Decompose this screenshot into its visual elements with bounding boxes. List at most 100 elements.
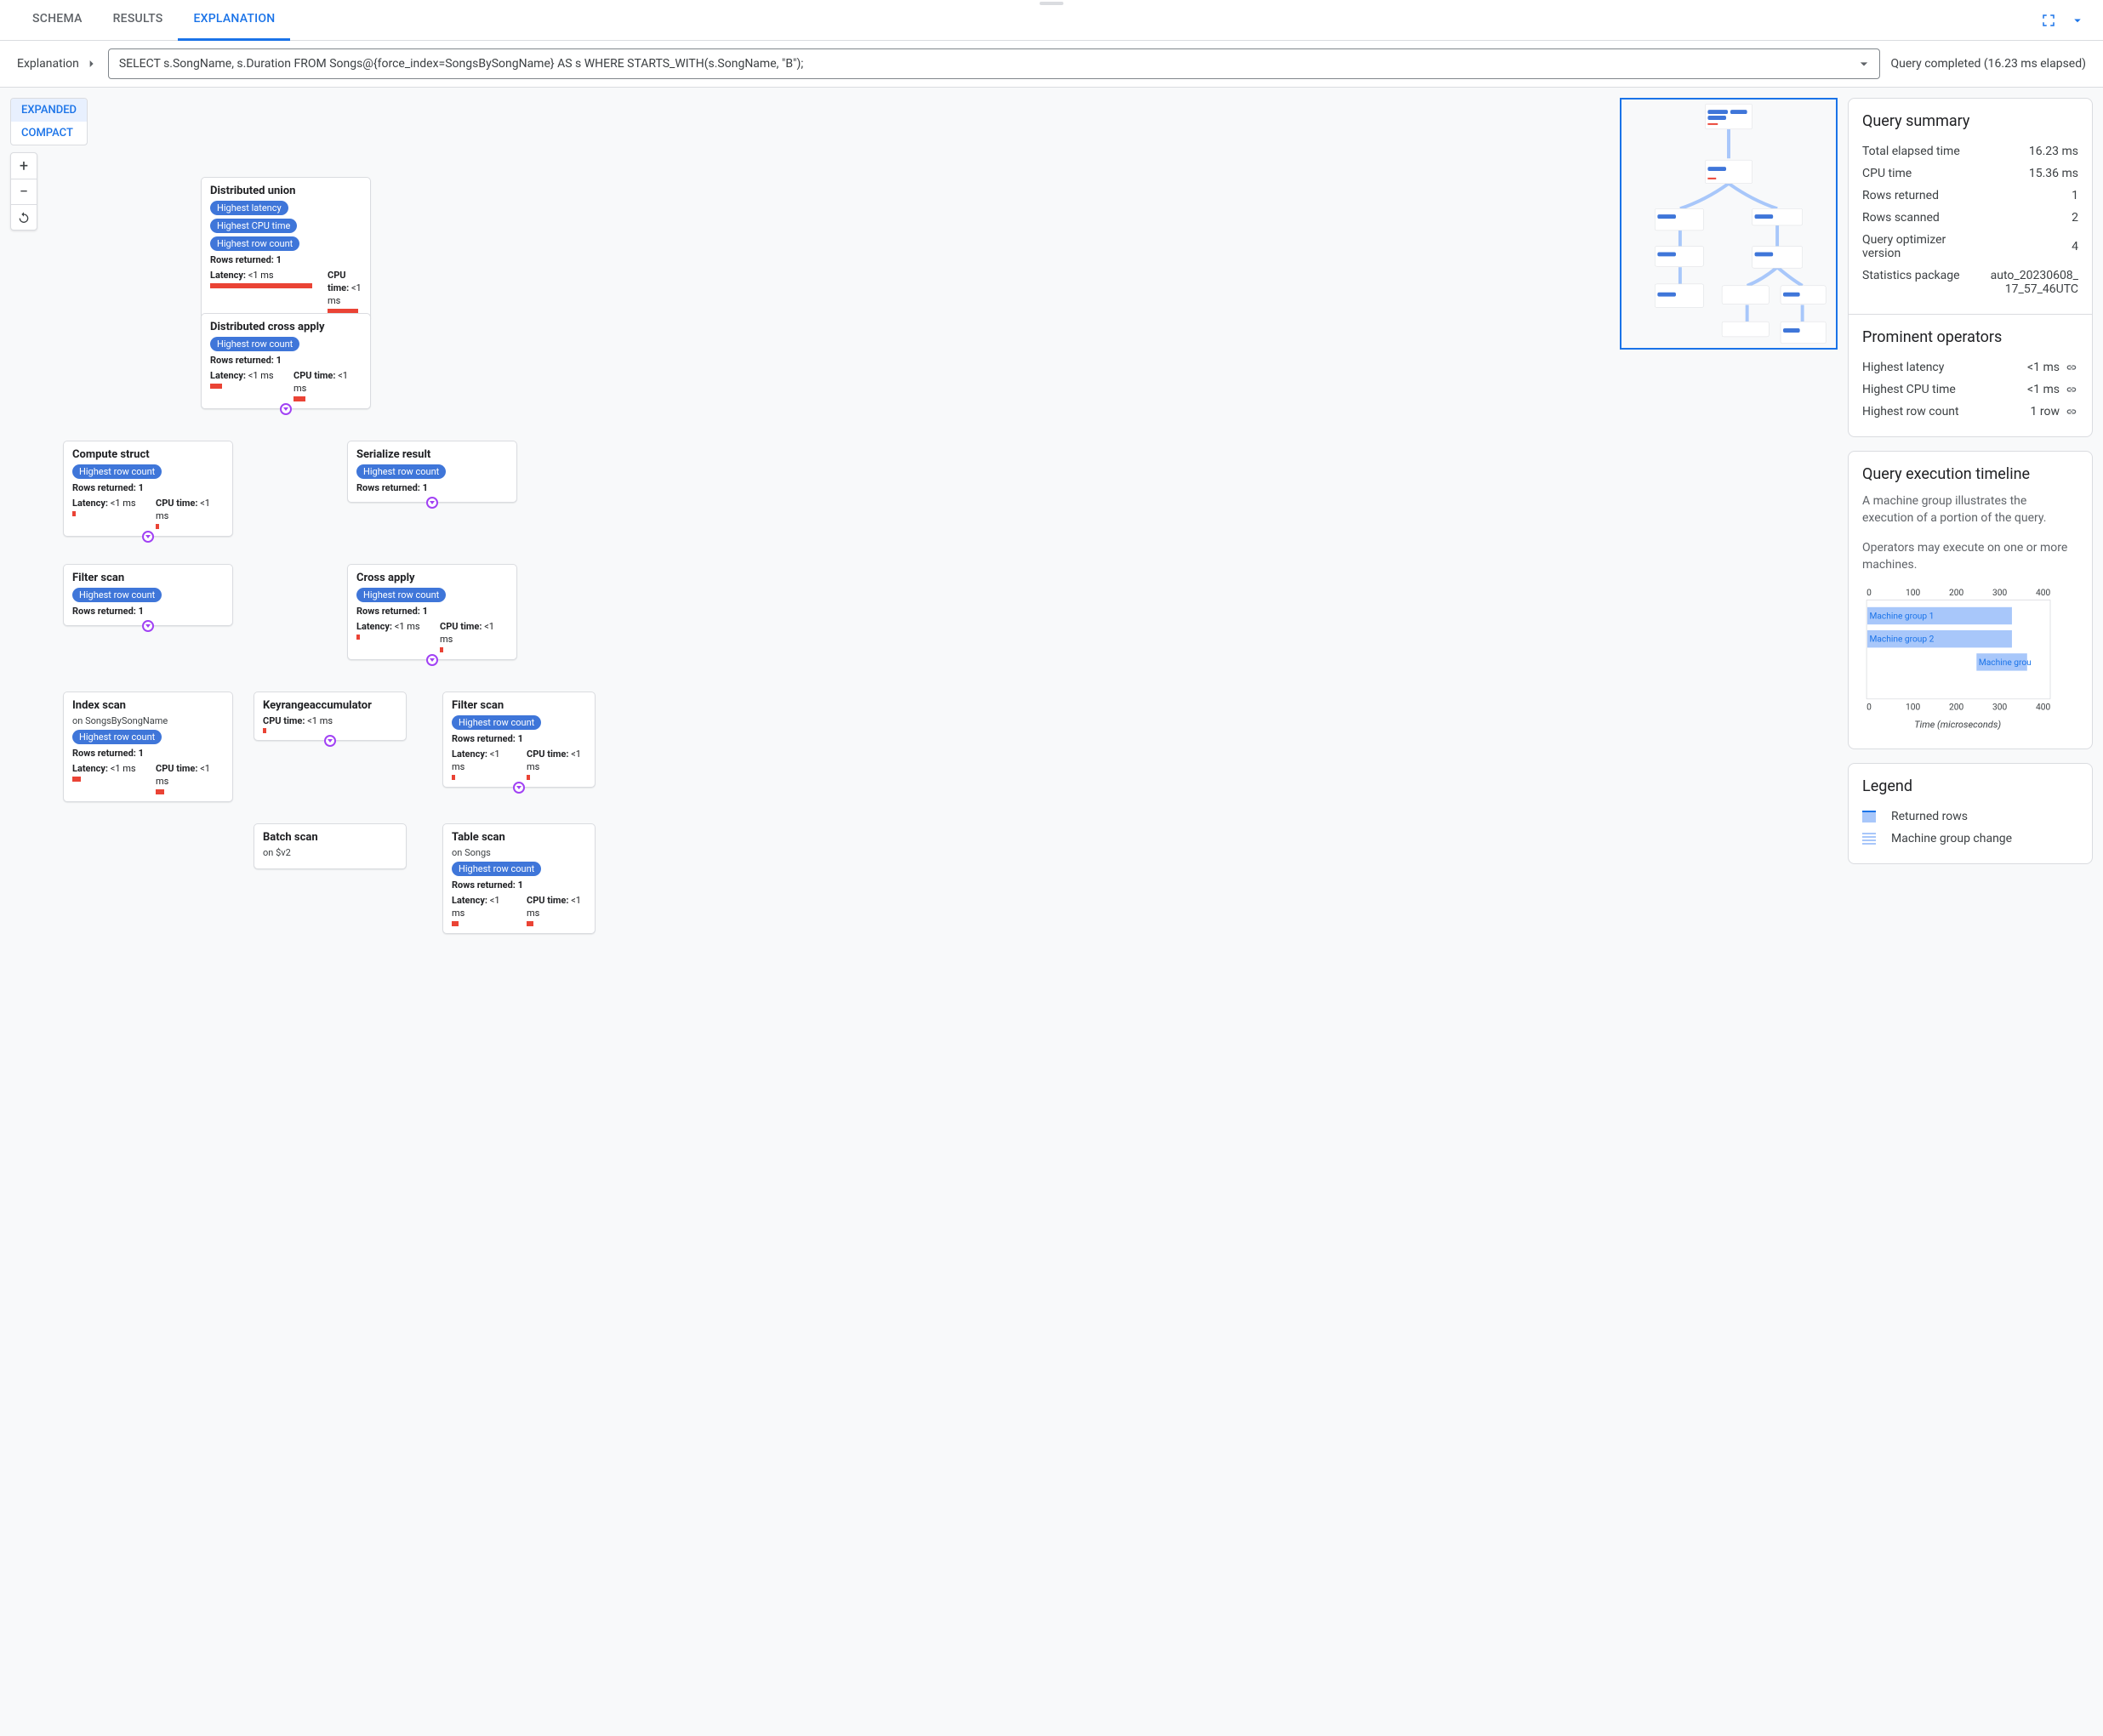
collapse-toggle[interactable] (280, 403, 292, 415)
node-batch-scan[interactable]: Batch scan on $v2 (254, 823, 407, 869)
svg-text:400: 400 (2036, 703, 2050, 713)
svg-text:100: 100 (1906, 589, 1920, 599)
collapse-toggle[interactable] (513, 782, 525, 794)
zoom-reset-button[interactable] (11, 204, 37, 230)
fullscreen-icon[interactable] (2040, 12, 2057, 29)
badge: Highest row count (72, 464, 162, 479)
kv-val: 4 (2072, 233, 2078, 260)
link-icon[interactable] (2065, 361, 2078, 374)
svg-text:100: 100 (1906, 703, 1920, 713)
kv-key: Highest row count (1862, 405, 1981, 418)
node-title: Serialize result (356, 448, 508, 461)
rows-returned: Rows returned: 1 (452, 733, 586, 744)
node-filter-scan-1[interactable]: Filter scan Highest row count Rows retur… (63, 564, 233, 626)
link-icon[interactable] (2065, 405, 2078, 418)
view-compact[interactable]: COMPACT (11, 122, 87, 145)
kv-val: 16.23 ms (2029, 145, 2078, 158)
node-table-scan[interactable]: Table scan on Songs Highest row count Ro… (442, 823, 596, 934)
badge: Highest row count (356, 588, 446, 602)
badge: Highest row count (210, 236, 299, 251)
caret-down-icon (1855, 55, 1872, 72)
collapse-icon[interactable] (2069, 12, 2086, 29)
node-filter-scan-2[interactable]: Filter scan Highest row count Rows retur… (442, 692, 596, 788)
node-serialize-result[interactable]: Serialize result Highest row count Rows … (347, 441, 517, 503)
zoom-controls: + − (10, 152, 37, 231)
collapse-toggle[interactable] (142, 620, 154, 632)
cpu-label: CPU time: (440, 621, 484, 632)
zoom-in-button[interactable]: + (11, 153, 37, 179)
node-index-scan[interactable]: Index scan on SongsBySongName Highest ro… (63, 692, 233, 802)
query-select[interactable]: SELECT s.SongName, s.Duration FROM Songs… (108, 48, 1881, 79)
node-title: Batch scan (263, 831, 397, 844)
badge: Highest row count (210, 337, 299, 351)
node-cross-apply[interactable]: Cross apply Highest row count Rows retur… (347, 564, 517, 660)
legend-row: Returned rows (1862, 805, 2078, 828)
kv-key: Rows scanned (1862, 211, 1981, 225)
cpu-label: CPU time: (156, 498, 200, 509)
kv-val: 2 (2072, 211, 2078, 225)
badge: Highest row count (452, 862, 541, 876)
swatch-striped-icon (1862, 833, 1876, 845)
latency-label: Latency: (452, 748, 490, 760)
latency-value: <1 ms (248, 370, 274, 381)
kv-key: Highest latency (1862, 361, 1981, 374)
cpu-label: CPU time: (527, 748, 571, 760)
kv-val: auto_20230608_17_57_46UTC (1990, 269, 2078, 296)
legend-label: Machine group change (1891, 832, 2012, 845)
rows-returned: Rows returned: 1 (210, 355, 362, 366)
latency-label: Latency: (72, 498, 111, 509)
node-distributed-union[interactable]: Distributed union Highest latency Highes… (201, 177, 371, 322)
node-subtitle: on $v2 (263, 847, 397, 858)
cpu-label: CPU time: (156, 763, 200, 774)
card-title: Prominent operators (1862, 328, 2078, 346)
minimap[interactable] (1620, 98, 1838, 350)
rows-returned: Rows returned: 1 (452, 879, 586, 891)
badge: Highest row count (72, 730, 162, 744)
kv-val: 1 row (2031, 405, 2060, 418)
tab-results[interactable]: RESULTS (98, 0, 179, 41)
tab-schema[interactable]: SCHEMA (17, 0, 98, 41)
kv-val: 15.36 ms (2029, 167, 2078, 180)
drag-handle[interactable] (1040, 2, 1063, 5)
svg-text:400: 400 (2036, 589, 2050, 599)
view-expanded[interactable]: EXPANDED (11, 99, 87, 122)
collapse-toggle[interactable] (426, 654, 438, 666)
kv-key: Query optimizer version (1862, 233, 1981, 260)
link-icon[interactable] (2065, 383, 2078, 396)
timeline-chart: 0 100 200 300 400 Machine group 1 Machin… (1862, 587, 2058, 731)
latency-value: <1 ms (395, 621, 420, 632)
node-keyrangeaccumulator[interactable]: Keyrangeaccumulator CPU time: <1 ms (254, 692, 407, 741)
timeline-desc-2: Operators may execute on one or more mac… (1862, 540, 2078, 573)
svg-text:200: 200 (1949, 589, 1963, 599)
kv-val: 1 (2072, 189, 2078, 202)
card-title: Legend (1862, 777, 2078, 795)
collapse-toggle[interactable] (426, 497, 438, 509)
kv-val: <1 ms (2027, 361, 2060, 374)
latency-value: <1 ms (111, 763, 136, 774)
cpu-label: CPU time: (527, 895, 571, 906)
kv-key: Rows returned (1862, 189, 1981, 202)
bar-label: Machine group 2 (1870, 635, 1935, 645)
node-distributed-cross-apply[interactable]: Distributed cross apply Highest row coun… (201, 313, 371, 409)
chart-xlabel: Time (microseconds) (1914, 720, 2001, 731)
kv-key: Highest CPU time (1862, 383, 1981, 396)
timeline-desc-1: A machine group illustrates the executio… (1862, 493, 2078, 526)
collapse-toggle[interactable] (324, 735, 336, 747)
query-completed-text: Query completed (16.23 ms elapsed) (1890, 57, 2086, 71)
canvas-area[interactable]: EXPANDED COMPACT + − (0, 88, 1848, 1736)
badge: Highest row count (356, 464, 446, 479)
main: EXPANDED COMPACT + − (0, 88, 2103, 1736)
zoom-out-button[interactable]: − (11, 179, 37, 204)
kv-key: CPU time (1862, 167, 1981, 180)
card-title: Query execution timeline (1862, 465, 2078, 483)
breadcrumb: Explanation (17, 57, 98, 71)
collapse-toggle[interactable] (142, 531, 154, 543)
query-row: Explanation SELECT s.SongName, s.Duratio… (0, 41, 2103, 88)
node-title: Keyrangeaccumulator (263, 699, 397, 712)
rows-returned: Rows returned: 1 (210, 254, 362, 265)
tab-explanation[interactable]: EXPLANATION (178, 0, 290, 41)
rows-returned: Rows returned: 1 (356, 482, 508, 493)
rows-returned: Rows returned: 1 (72, 606, 224, 617)
cpu-label: CPU time: (328, 270, 351, 293)
node-compute-struct[interactable]: Compute struct Highest row count Rows re… (63, 441, 233, 537)
